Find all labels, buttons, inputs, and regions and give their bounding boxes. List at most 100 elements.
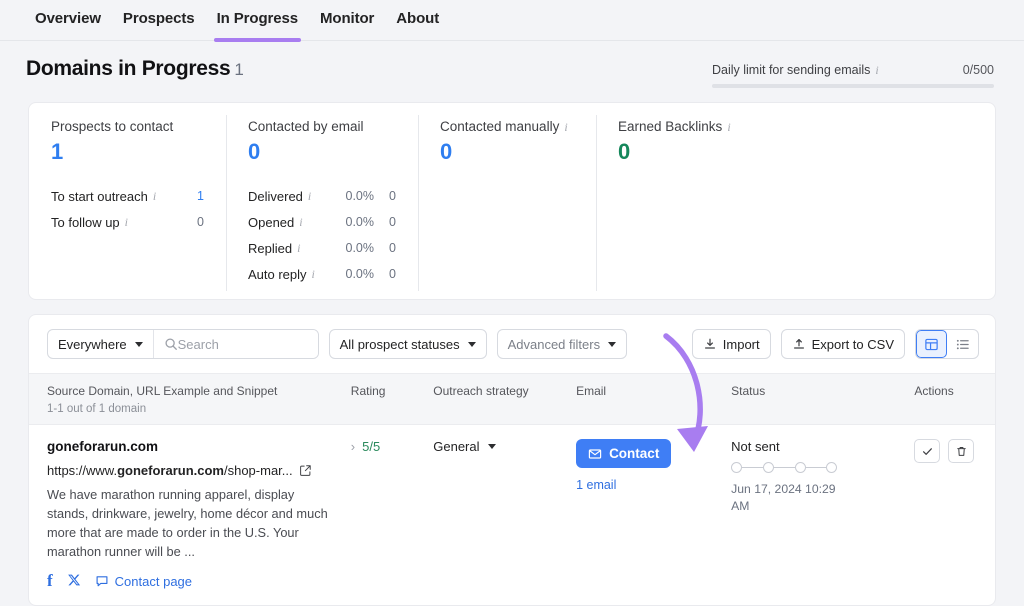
stat-line-to-start-outreach: To start outreach i 1 bbox=[51, 183, 204, 209]
stat-line-to-follow-up: To follow up i 0 bbox=[51, 209, 204, 235]
advanced-filters-label: Advanced filters bbox=[508, 337, 601, 352]
info-icon[interactable]: i bbox=[875, 64, 878, 76]
table-body: goneforarun.com https://www.goneforarun.… bbox=[29, 425, 995, 606]
stat-value: 0 bbox=[248, 139, 396, 165]
export-csv-button[interactable]: Export to CSV bbox=[781, 329, 905, 359]
stat-contacted-by-email: Contacted by email 0 Delivered i 0.0% 0 … bbox=[226, 119, 418, 287]
status-label: Not sent bbox=[731, 439, 898, 454]
stat-title: Earned Backlinks bbox=[618, 119, 722, 134]
info-icon[interactable]: i bbox=[125, 216, 128, 228]
page-header: Domains in Progress1 Daily limit for sen… bbox=[0, 41, 1024, 88]
stat-line-percent: 0.0% bbox=[330, 267, 374, 281]
status-step-connector bbox=[806, 467, 827, 469]
stat-line-label: To start outreach bbox=[51, 189, 148, 204]
stat-line-replied: Replied i 0.0% 0 bbox=[248, 235, 396, 261]
column-header-actions: Actions bbox=[906, 374, 995, 425]
scope-dropdown-label: Everywhere bbox=[58, 337, 127, 352]
info-icon[interactable]: i bbox=[308, 190, 311, 202]
status-step-dot bbox=[731, 462, 742, 473]
stat-line-percent: 0.0% bbox=[330, 241, 374, 255]
expand-chevron-icon[interactable]: › bbox=[351, 439, 355, 454]
contact-button[interactable]: Contact bbox=[576, 439, 671, 468]
tab-about[interactable]: About bbox=[385, 0, 450, 41]
table-grid-icon bbox=[924, 337, 939, 352]
domain-count: 1 bbox=[234, 60, 243, 79]
page-title-text: Domains in Progress bbox=[26, 57, 230, 80]
cell-actions bbox=[906, 425, 995, 606]
stat-line-label: To follow up bbox=[51, 215, 120, 230]
check-icon bbox=[921, 445, 934, 458]
contact-button-label: Contact bbox=[609, 446, 659, 461]
stat-prospects-to-contact: Prospects to contact 1 To start outreach… bbox=[29, 119, 226, 287]
column-label: Rating bbox=[351, 384, 386, 398]
envelope-icon bbox=[588, 447, 602, 461]
mark-done-button[interactable] bbox=[914, 439, 940, 463]
strategy-dropdown[interactable]: General bbox=[433, 439, 560, 454]
status-step-dot bbox=[826, 462, 837, 473]
info-icon[interactable]: i bbox=[297, 242, 300, 254]
daily-limit-value: 0/500 bbox=[963, 63, 994, 77]
stat-line-value: 0 bbox=[374, 241, 396, 255]
stat-title: Contacted manually bbox=[440, 119, 559, 134]
info-icon[interactable]: i bbox=[153, 190, 156, 202]
info-icon[interactable]: i bbox=[299, 216, 302, 228]
stat-line-value: 0 bbox=[374, 267, 396, 281]
tab-overview[interactable]: Overview bbox=[24, 0, 112, 41]
table-row: goneforarun.com https://www.goneforarun.… bbox=[29, 425, 995, 606]
list-icon bbox=[955, 337, 970, 352]
facebook-icon[interactable]: f bbox=[47, 571, 53, 591]
tab-in-progress[interactable]: In Progress bbox=[206, 0, 309, 41]
external-link-icon bbox=[299, 464, 312, 477]
search-icon bbox=[154, 337, 178, 351]
url-domain: goneforarun.com bbox=[117, 463, 224, 478]
domain-name[interactable]: goneforarun.com bbox=[47, 439, 335, 454]
stat-value: 0 bbox=[618, 139, 754, 165]
chevron-down-icon bbox=[468, 342, 476, 347]
tab-prospects[interactable]: Prospects bbox=[112, 0, 206, 41]
contact-page-link[interactable]: Contact page bbox=[95, 574, 192, 589]
stat-line-value: 0 bbox=[182, 215, 204, 229]
speech-bubble-icon bbox=[95, 574, 109, 588]
cell-source-domain: goneforarun.com https://www.goneforarun.… bbox=[29, 425, 343, 606]
scope-dropdown[interactable]: Everywhere bbox=[48, 330, 154, 358]
import-button[interactable]: Import bbox=[692, 329, 771, 359]
results-count: 1-1 out of 1 domain bbox=[47, 403, 335, 415]
table-toolbar: Everywhere All prospect statuses Advance… bbox=[29, 315, 995, 373]
info-icon[interactable]: i bbox=[312, 268, 315, 280]
search-group: Everywhere bbox=[47, 329, 319, 359]
list-view-button[interactable] bbox=[947, 330, 978, 358]
chevron-down-icon bbox=[608, 342, 616, 347]
column-header-outreach-strategy: Outreach strategy bbox=[425, 374, 568, 425]
strategy-label: General bbox=[433, 439, 479, 454]
advanced-filters-button[interactable]: Advanced filters bbox=[497, 329, 628, 359]
stat-earned-backlinks: Earned Backlinks i 0 bbox=[596, 119, 776, 287]
main-tabs: Overview Prospects In Progress Monitor A… bbox=[0, 0, 1024, 41]
info-icon[interactable]: i bbox=[564, 121, 567, 133]
table-view-button[interactable] bbox=[916, 330, 947, 358]
stat-line-label: Delivered bbox=[248, 189, 303, 204]
social-links: f Contact page bbox=[47, 571, 335, 591]
column-header-rating: Rating bbox=[343, 374, 425, 425]
stat-line-value: 1 bbox=[182, 189, 204, 203]
delete-button[interactable] bbox=[948, 439, 974, 463]
column-header-status: Status bbox=[723, 374, 906, 425]
cell-outreach-strategy: General bbox=[425, 425, 568, 606]
email-count-link[interactable]: 1 email bbox=[576, 478, 715, 492]
daily-limit-progress-bar bbox=[712, 84, 994, 88]
rating-value: 5/5 bbox=[362, 439, 380, 454]
domain-url[interactable]: https://www.goneforarun.com/shop-mar... bbox=[47, 463, 335, 478]
stat-contacted-manually: Contacted manually i 0 bbox=[418, 119, 596, 287]
stat-line-percent: 0.0% bbox=[330, 215, 374, 229]
info-icon[interactable]: i bbox=[727, 121, 730, 133]
column-header-source-domain: Source Domain, URL Example and Snippet 1… bbox=[29, 374, 343, 425]
domain-snippet: We have marathon running apparel, displa… bbox=[47, 485, 332, 561]
stat-line-label: Opened bbox=[248, 215, 294, 230]
daily-limit-widget: Daily limit for sending emails i 0/500 bbox=[712, 57, 994, 88]
column-label: Outreach strategy bbox=[433, 384, 528, 398]
prospect-status-filter[interactable]: All prospect statuses bbox=[329, 329, 487, 359]
upload-icon bbox=[792, 337, 806, 351]
tab-monitor[interactable]: Monitor bbox=[309, 0, 385, 41]
stat-line-value: 0 bbox=[374, 215, 396, 229]
x-twitter-icon[interactable] bbox=[67, 573, 81, 590]
search-input[interactable] bbox=[178, 330, 318, 358]
